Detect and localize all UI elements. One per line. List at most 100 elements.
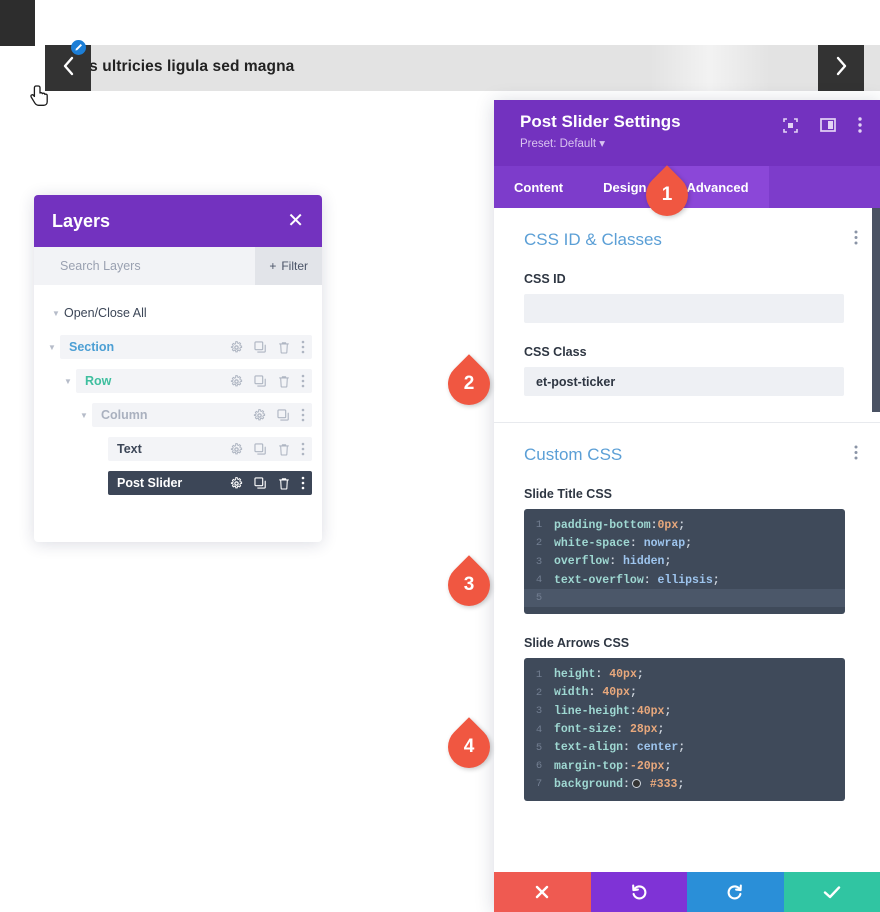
chevron-left-icon — [61, 55, 76, 81]
code-line: 1 height: 40px; — [524, 665, 845, 683]
layer-row-section[interactable]: ▼ Section — [44, 335, 312, 359]
checkmark-icon — [823, 886, 840, 899]
duplicate-icon[interactable] — [254, 340, 267, 354]
code-line-text: text-align: center; — [554, 741, 686, 755]
undo-button[interactable] — [590, 872, 687, 912]
layer-row-post-slider[interactable]: Post Slider — [44, 471, 312, 495]
chevron-down-icon[interactable]: ▼ — [60, 377, 76, 386]
dots-vertical-icon[interactable] — [301, 340, 305, 354]
code-line-text — [554, 591, 832, 606]
chevron-down-icon[interactable]: ▼ — [44, 343, 60, 352]
layer-row-icons — [230, 476, 305, 490]
slide-arrows-css-editor[interactable]: 1 height: 40px; 2 width: 40px; 3 line-height:… — [524, 658, 845, 801]
css-id-input[interactable] — [524, 294, 844, 323]
section-title: Custom CSS — [524, 445, 623, 464]
color-swatch[interactable] — [631, 778, 641, 788]
code-line-number: 1 — [535, 668, 543, 681]
dots-vertical-icon[interactable] — [858, 117, 862, 138]
layout-panel-icon[interactable] — [820, 118, 836, 137]
filter-button[interactable]: + Filter — [255, 247, 322, 285]
dots-vertical-icon[interactable] — [301, 476, 305, 490]
layer-row-text[interactable]: Text — [44, 437, 312, 461]
css-class-input[interactable] — [524, 367, 844, 396]
redo-button[interactable] — [687, 872, 784, 912]
preset-selector[interactable]: Preset: Default ▾ — [520, 136, 862, 150]
dots-vertical-icon[interactable] — [854, 445, 858, 465]
code-line-number: 1 — [535, 519, 543, 532]
layer-row-body[interactable]: Section — [60, 335, 312, 359]
callout-number: 1 — [661, 184, 673, 205]
tab-content[interactable]: Content — [494, 166, 583, 208]
gear-icon[interactable] — [230, 476, 243, 490]
css-class-label: CSS Class — [524, 345, 587, 359]
callout-number: 4 — [463, 736, 475, 757]
settings-action-bar — [494, 872, 880, 912]
undo-icon — [631, 884, 647, 900]
layer-label: Section — [69, 340, 115, 354]
layers-panel: Layers ✕ + Filter ▼ Open/Close All ▼ Sect… — [34, 195, 322, 542]
gear-icon[interactable] — [253, 408, 266, 422]
code-line-number: 6 — [535, 760, 543, 773]
layer-row-body[interactable]: Column — [92, 403, 312, 427]
trash-icon[interactable] — [278, 443, 290, 456]
chevron-down-icon[interactable]: ▼ — [76, 411, 92, 420]
layer-row-icons — [230, 442, 305, 456]
code-line-number: 2 — [535, 686, 543, 699]
layer-row-body[interactable]: Row — [76, 369, 312, 393]
layer-row-column[interactable]: ▼ Column — [44, 403, 312, 427]
code-line-text: font-size: 28px; — [554, 723, 665, 737]
code-line-text: text-overflow: ellipsis; — [554, 573, 720, 587]
chevron-down-icon[interactable]: ▼ — [48, 309, 64, 318]
section-header-custom-css[interactable]: Custom CSS — [494, 423, 880, 465]
settings-panel-header: Post Slider Settings Preset: Default ▾ — [494, 100, 880, 166]
slide-title: Cras ultricies ligula sed magna — [63, 58, 295, 75]
css-id-label: CSS ID — [524, 272, 566, 286]
layer-label: Post Slider — [117, 476, 183, 490]
dots-vertical-icon[interactable] — [301, 374, 305, 388]
slider-next-arrow[interactable] — [818, 45, 864, 91]
callout-badge-1: 1 — [637, 165, 700, 225]
code-cursor-line — [554, 591, 832, 606]
gear-icon[interactable] — [230, 374, 243, 388]
layer-row-body[interactable]: Post Slider — [108, 471, 312, 495]
code-line-text: height: 40px; — [554, 668, 644, 682]
duplicate-icon[interactable] — [254, 442, 267, 456]
filter-button-label: Filter — [281, 259, 308, 273]
callout-number: 2 — [463, 373, 475, 394]
dots-vertical-icon[interactable] — [301, 442, 305, 456]
trash-icon[interactable] — [278, 477, 290, 490]
code-line-text: line-height:40px; — [554, 704, 672, 718]
slide-title-css-editor[interactable]: 1 padding-bottom:0px; 2 white-space: nowrap… — [524, 509, 845, 615]
code-line-text: padding-bottom:0px; — [554, 518, 686, 532]
callout-number: 3 — [463, 574, 475, 595]
callout-badge-2: 2 — [439, 354, 502, 414]
duplicate-icon[interactable] — [277, 408, 290, 422]
save-button[interactable] — [783, 872, 880, 912]
layer-row-body[interactable]: Text — [108, 437, 312, 461]
duplicate-icon[interactable] — [254, 476, 267, 490]
close-icon[interactable]: ✕ — [287, 211, 304, 231]
expand-icon[interactable] — [783, 117, 798, 138]
code-line: 5 — [524, 589, 845, 608]
gear-icon[interactable] — [230, 442, 243, 456]
code-line-text: white-space: nowrap; — [554, 536, 693, 550]
plus-icon: + — [269, 259, 277, 273]
edit-badge[interactable] — [71, 40, 86, 55]
open-close-all-row[interactable]: ▼ Open/Close All — [44, 301, 312, 325]
panel-scrollbar[interactable] — [872, 208, 880, 412]
dots-vertical-icon[interactable] — [854, 230, 858, 250]
layer-row-icons — [253, 408, 305, 422]
layer-label: Text — [117, 442, 142, 456]
search-layers-input[interactable] — [60, 259, 230, 273]
layer-row-row[interactable]: ▼ Row — [44, 369, 312, 393]
code-line: 4 font-size: 28px; — [524, 720, 845, 738]
duplicate-icon[interactable] — [254, 374, 267, 388]
code-line-number: 5 — [535, 741, 543, 754]
gear-icon[interactable] — [230, 340, 243, 354]
trash-icon[interactable] — [278, 375, 290, 388]
cancel-button[interactable] — [494, 872, 591, 912]
trash-icon[interactable] — [278, 341, 290, 354]
dots-vertical-icon[interactable] — [301, 408, 305, 422]
callout-badge-3: 3 — [439, 555, 502, 615]
code-line: 7 background: #333; — [524, 775, 845, 793]
